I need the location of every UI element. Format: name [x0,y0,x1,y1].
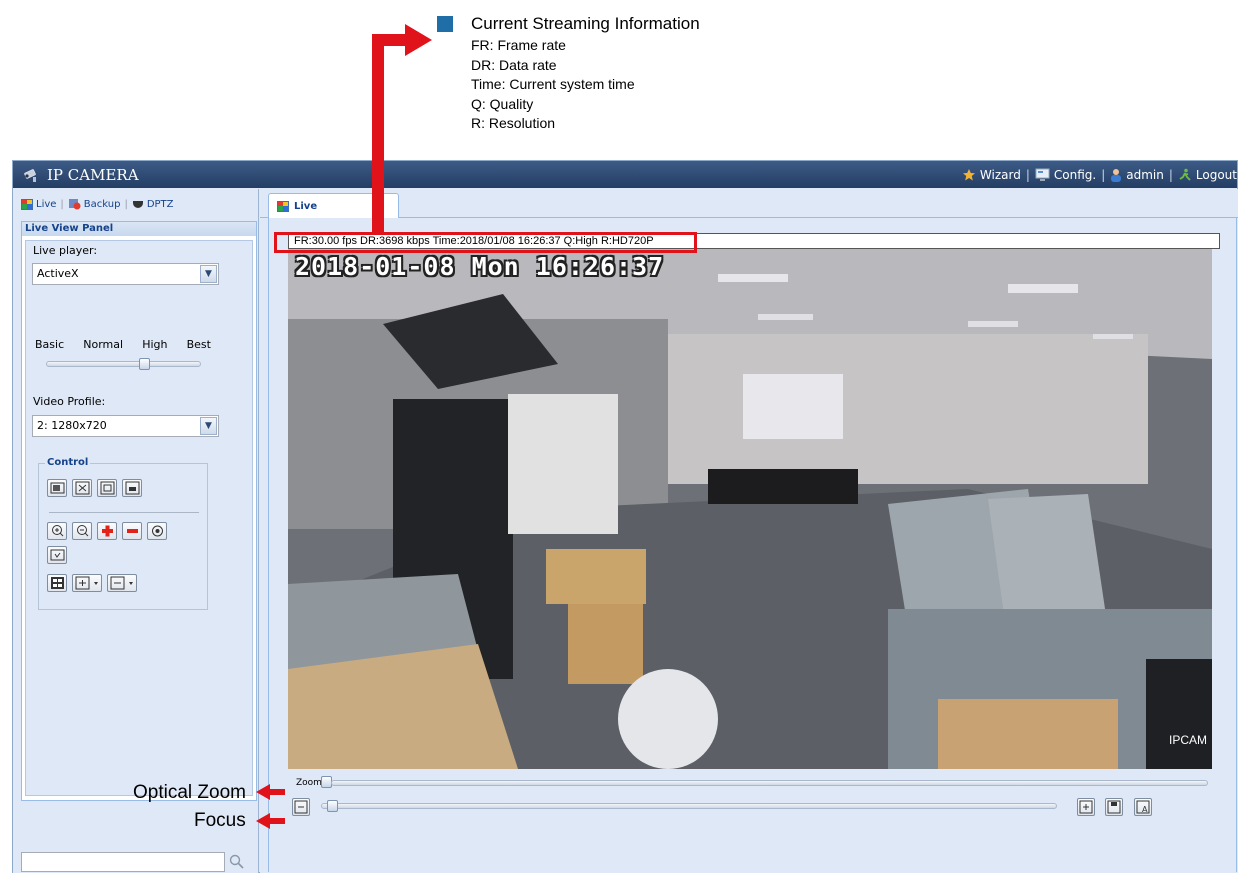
optical-zoom-annotation: Optical Zoom [133,782,246,803]
annotation-arrows [256,24,432,829]
page-root: Current Streaming Information FR: Frame … [0,0,1238,873]
optical-zoom-arrow [256,784,285,800]
streaming-info-arrow [372,24,432,234]
focus-annotation: Focus [194,810,246,831]
focus-arrow [256,813,285,829]
